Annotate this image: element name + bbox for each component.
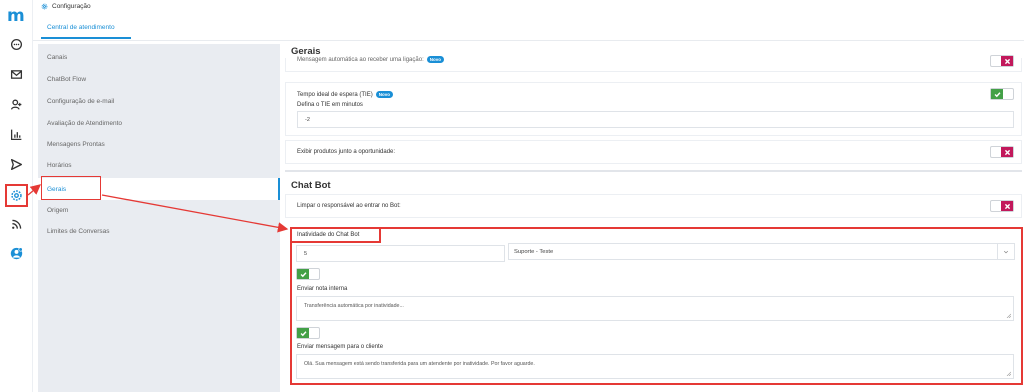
queue-select[interactable]: Suporte - Teste [508, 243, 1015, 260]
reports-icon[interactable] [8, 126, 25, 143]
settings-menu: Canais ChatBot Flow Configuração de e-ma… [38, 44, 280, 392]
resize-handle-icon[interactable] [1006, 371, 1011, 376]
menu-item-gerais[interactable]: Gerais [38, 176, 280, 200]
settings-icon[interactable] [5, 184, 28, 207]
new-badge: Novo [375, 91, 393, 98]
auto-message-row: Mensagem automática ao receber uma ligaç… [297, 56, 444, 63]
new-badge: Novo [426, 56, 444, 63]
internal-note-text: Transferência automática por inatividade… [304, 303, 404, 309]
chat-icon[interactable] [8, 36, 25, 53]
inactivity-label: Inatividade do Chat Bot [297, 232, 360, 238]
tie-sub-label: Defina o TIE em minutos [297, 102, 363, 108]
icon-rail: m [0, 0, 33, 392]
internal-note-textarea[interactable]: Transferência automática por inatividade… [296, 296, 1014, 321]
products-card: Exibir produtos junto a oportunidade: [285, 140, 1022, 164]
app-window: m Configuração Central de atendimento Ca… [0, 0, 1024, 392]
gear-icon [41, 3, 48, 10]
menu-item-limites-conversas[interactable]: Limites de Conversas [38, 221, 280, 241]
tie-row: Tempo ideal de espera (TIE) Novo [297, 91, 393, 98]
header-divider [33, 40, 1024, 41]
menu-item-horarios[interactable]: Horários [38, 155, 280, 175]
client-message-label: Enviar mensagem para o cliente [297, 344, 384, 350]
send-icon[interactable] [8, 156, 25, 173]
auto-message-label: Mensagem automática ao receber uma ligaç… [297, 56, 424, 63]
tie-input[interactable]: -2 [297, 111, 1014, 128]
resize-handle-icon[interactable] [1006, 313, 1011, 318]
queue-select-value: Suporte - Teste [514, 248, 554, 255]
client-message-textarea[interactable]: Olá. Sua mensagem está sendo transferida… [296, 354, 1014, 379]
clear-bot-card: Limpar o responsável ao entrar no Bot: [285, 194, 1022, 218]
page-title: Configuração [41, 3, 91, 10]
check-icon [297, 269, 309, 279]
client-message-text: Olá. Sua mensagem está sendo transferida… [304, 361, 535, 367]
close-icon [1001, 201, 1013, 211]
menu-item-chatbot-flow[interactable]: ChatBot Flow [38, 69, 280, 89]
user-status-icon[interactable] [8, 245, 25, 262]
tie-card: Tempo ideal de espera (TIE) Novo Defina … [285, 82, 1022, 136]
mail-icon[interactable] [8, 66, 25, 83]
contacts-icon[interactable] [8, 96, 25, 113]
tab-central-de-atendimento[interactable]: Central de atendimento [41, 24, 131, 39]
menu-item-origem[interactable]: Origem [38, 200, 280, 220]
menu-item-configuracao-email[interactable]: Configuração de e-mail [38, 91, 280, 111]
app-logo: m [7, 6, 25, 26]
clear-bot-label: Limpar o responsável ao entrar no Bot: [297, 203, 401, 209]
tie-toggle[interactable] [990, 88, 1014, 100]
internal-note-label: Enviar nota interna [297, 286, 348, 292]
products-toggle[interactable] [990, 146, 1014, 158]
page-title-text: Configuração [52, 3, 91, 10]
internal-note-toggle[interactable] [296, 268, 320, 280]
client-message-toggle[interactable] [296, 327, 320, 339]
menu-item-avaliacao-atendimento[interactable]: Avaliação de Atendimento [38, 113, 280, 133]
check-icon [297, 328, 309, 338]
tie-label: Tempo ideal de espera (TIE) [297, 91, 373, 98]
auto-message-card: Mensagem automática ao receber uma ligaç… [285, 55, 1022, 72]
section-title-chatbot: Chat Bot [291, 180, 331, 191]
check-icon [991, 89, 1003, 99]
close-icon [1001, 147, 1013, 157]
annotation-box [41, 176, 101, 200]
close-icon [1001, 56, 1013, 66]
chevron-down-icon [997, 244, 1014, 259]
inactivity-minutes-input[interactable]: 5 [296, 245, 505, 262]
section-divider [285, 170, 1022, 172]
menu-item-canais[interactable]: Canais [38, 47, 280, 67]
auto-message-toggle[interactable] [990, 55, 1014, 67]
menu-item-mensagens-prontas[interactable]: Mensagens Prontas [38, 134, 280, 154]
products-label: Exibir produtos junto a oportunidade: [297, 149, 396, 155]
clear-bot-toggle[interactable] [990, 200, 1014, 212]
rss-icon[interactable] [8, 216, 25, 233]
